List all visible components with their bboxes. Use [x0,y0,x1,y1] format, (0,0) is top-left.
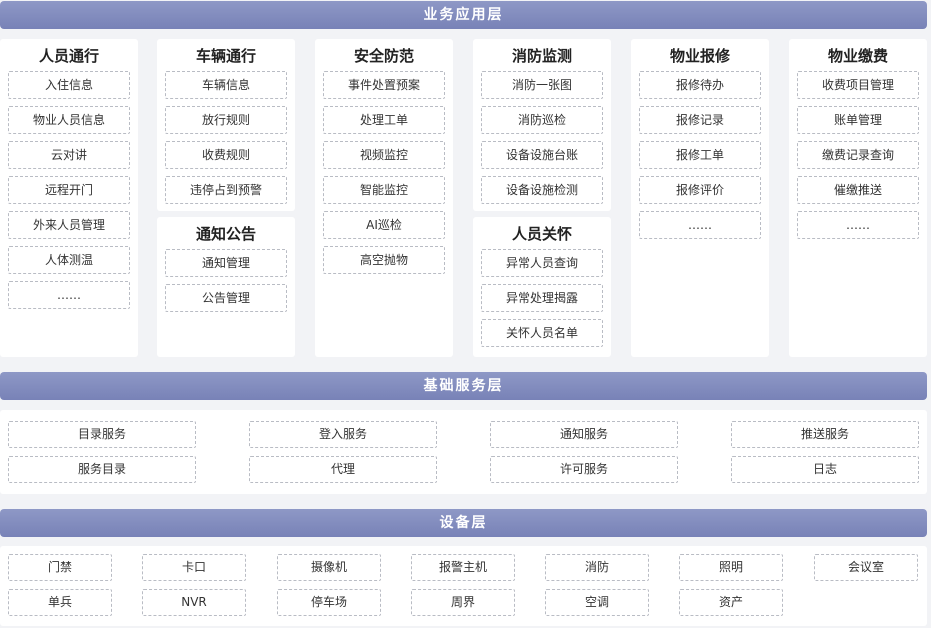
column-fire-monitoring: 消防监测 消防一张图 消防巡检 设备设施台账 设备设施检测 [473,39,611,211]
service-box[interactable]: 服务目录 [8,456,196,483]
module-item[interactable]: 处理工单 [323,106,445,134]
module-item[interactable]: 事件处置预案 [323,71,445,99]
module-item[interactable]: 视频监控 [323,141,445,169]
column-title: 通知公告 [195,225,256,243]
service-box[interactable]: 登入服务 [249,421,437,448]
device-box[interactable]: 门禁 [8,554,112,581]
module-item[interactable]: 设备设施台账 [481,141,603,169]
module-item[interactable]: 收费项目管理 [797,71,919,99]
module-item[interactable]: 关怀人员名单 [481,319,603,347]
module-item[interactable]: 公告管理 [165,284,287,312]
module-item[interactable]: 智能监控 [323,176,445,204]
column-personnel-care: 人员关怀 异常人员查询 异常处理揭露 关怀人员名单 [473,217,611,357]
device-box[interactable]: 单兵 [8,589,112,616]
module-item[interactable]: AI巡检 [323,211,445,239]
module-item[interactable]: 报修记录 [639,106,761,134]
module-item[interactable]: 外来人员管理 [8,211,130,239]
module-item-more[interactable]: …… [8,281,130,309]
base-layer-header: 基础服务层 [0,372,927,400]
module-item[interactable]: 设备设施检测 [481,176,603,204]
service-box[interactable]: 通知服务 [490,421,678,448]
module-item[interactable]: 账单管理 [797,106,919,134]
module-item[interactable]: 违停占到预警 [165,176,287,204]
module-item[interactable]: 异常人员查询 [481,249,603,277]
column-title: 消防监测 [511,47,572,65]
column-property-repair: 物业报修 报修待办 报修记录 报修工单 报修评价 …… [631,39,769,357]
device-box[interactable]: 资产 [679,589,783,616]
service-box[interactable]: 代理 [249,456,437,483]
device-box[interactable]: 照明 [679,554,783,581]
device-box[interactable]: 空调 [545,589,649,616]
device-layer-panel: 门禁 卡口 摄像机 报警主机 消防 照明 会议室 单兵 NVR 停车场 周界 空… [0,546,927,626]
column-notice: 通知公告 通知管理 公告管理 [157,217,295,357]
column-title: 物业报修 [669,47,730,65]
column-title: 人员通行 [38,47,99,65]
service-box[interactable]: 日志 [731,456,919,483]
device-box[interactable]: 摄像机 [277,554,381,581]
device-box[interactable]: 报警主机 [411,554,515,581]
device-layer-header: 设备层 [0,509,927,537]
module-item[interactable]: 收费规则 [165,141,287,169]
column-personnel-access: 人员通行 入住信息 物业人员信息 云对讲 远程开门 外来人员管理 人体测温 …… [0,39,138,357]
module-item[interactable]: 远程开门 [8,176,130,204]
module-item[interactable]: 放行规则 [165,106,287,134]
module-item-more[interactable]: …… [797,211,919,239]
module-item[interactable]: 消防巡检 [481,106,603,134]
module-item[interactable]: 报修评价 [639,176,761,204]
module-item[interactable]: 通知管理 [165,249,287,277]
base-layer-panel: 目录服务 登入服务 通知服务 推送服务 服务目录 代理 许可服务 日志 [0,410,927,494]
module-item[interactable]: 物业人员信息 [8,106,130,134]
device-box[interactable]: 周界 [411,589,515,616]
column-property-payment: 物业缴费 收费项目管理 账单管理 缴费记录查询 催缴推送 …… [789,39,927,357]
column-title: 人员关怀 [511,225,572,243]
device-box[interactable]: NVR [142,589,246,616]
module-item[interactable]: 报修工单 [639,141,761,169]
device-box[interactable]: 停车场 [277,589,381,616]
column-title: 车辆通行 [195,47,256,65]
column-security: 安全防范 事件处置预案 处理工单 视频监控 智能监控 AI巡检 高空抛物 [315,39,453,357]
module-item[interactable]: 异常处理揭露 [481,284,603,312]
module-item[interactable]: 车辆信息 [165,71,287,99]
module-item-more[interactable]: …… [639,211,761,239]
module-item[interactable]: 云对讲 [8,141,130,169]
column-title: 安全防范 [353,47,414,65]
app-layer-header: 业务应用层 [0,1,927,29]
service-box[interactable]: 目录服务 [8,421,196,448]
module-item[interactable]: 催缴推送 [797,176,919,204]
column-title: 物业缴费 [827,47,888,65]
device-box[interactable]: 会议室 [814,554,918,581]
device-box[interactable]: 卡口 [142,554,246,581]
module-item[interactable]: 报修待办 [639,71,761,99]
module-item[interactable]: 消防一张图 [481,71,603,99]
service-box[interactable]: 许可服务 [490,456,678,483]
column-vehicle-access: 车辆通行 车辆信息 放行规则 收费规则 违停占到预警 [157,39,295,211]
module-item[interactable]: 入住信息 [8,71,130,99]
service-box[interactable]: 推送服务 [731,421,919,448]
module-item[interactable]: 人体测温 [8,246,130,274]
module-item[interactable]: 高空抛物 [323,246,445,274]
module-item[interactable]: 缴费记录查询 [797,141,919,169]
device-box[interactable]: 消防 [545,554,649,581]
